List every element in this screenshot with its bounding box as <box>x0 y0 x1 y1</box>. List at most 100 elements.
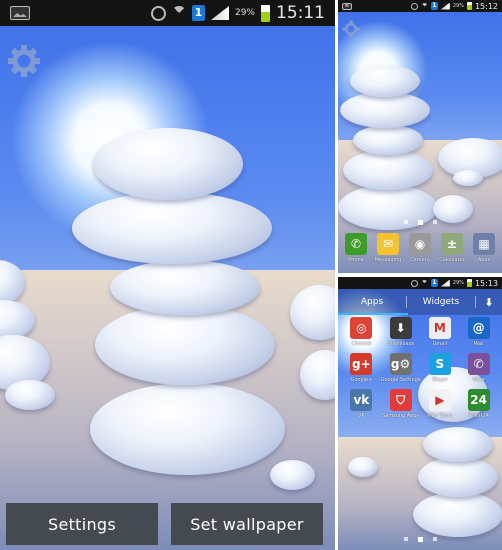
page-dot[interactable] <box>432 537 437 541</box>
app-drawer-screen: 1 29% 15:13 Apps Widgets ⬇ ◎ Chrome ⬇ Downl… <box>338 277 502 550</box>
app-label: Samsung Apps <box>382 413 420 419</box>
tab-apps[interactable]: Apps <box>338 297 406 307</box>
app-label: Messaging <box>374 257 402 263</box>
clock: 15:11 <box>276 3 325 23</box>
app-camera[interactable]: ◉ Camera <box>405 233 435 269</box>
clock: 15:13 <box>474 278 498 288</box>
stone <box>413 492 502 537</box>
battery-icon <box>261 4 270 22</box>
app-viber[interactable]: ✆ Viber <box>459 353 498 383</box>
apps-grid-icon: ▦ <box>473 233 495 255</box>
app-calculator[interactable]: ± Calculator <box>437 233 467 269</box>
app-privat24[interactable]: 24 Privat24 <box>459 389 498 419</box>
app-label: Calculator <box>439 257 465 263</box>
download-icon[interactable]: ⬇ <box>476 296 502 309</box>
alarm-icon <box>150 5 166 21</box>
page-dot[interactable] <box>432 220 437 224</box>
phone-icon: ✆ <box>345 233 367 255</box>
dock: ✆ Phone ✉ Messaging ◉ Camera ± Calculator ▦ Apps <box>338 233 502 269</box>
app-vk[interactable]: vk VK <box>342 389 381 419</box>
page-dot-current[interactable] <box>417 220 423 225</box>
stone <box>95 305 275 385</box>
wifi-icon <box>420 279 428 287</box>
signal-icon <box>440 279 450 287</box>
stone <box>110 260 260 315</box>
stone <box>340 92 430 128</box>
app-google-[interactable]: g+ Google+ <box>342 353 381 383</box>
app-phone[interactable]: ✆ Phone <box>341 233 371 269</box>
wallpaper-preview-screen: 1 29% 15:11 Settings Set wallpaper <box>0 0 335 550</box>
home-screen: 1 29% 15:12 ✆ Phone ✉ Messaging ◉ Camera ± Calc… <box>338 0 502 273</box>
battery-percent: 29% <box>452 280 464 286</box>
calculator-icon: ± <box>441 233 463 255</box>
stone <box>270 460 315 490</box>
stone <box>453 170 483 186</box>
app-label: Mail <box>473 341 484 347</box>
stone <box>433 195 473 223</box>
app-apps[interactable]: ▦ Apps <box>469 233 499 269</box>
app-google-settings[interactable]: g⚙ Google Settings <box>380 353 421 383</box>
drawer-tabs: Apps Widgets ⬇ <box>338 289 502 315</box>
message-icon: ✉ <box>377 233 399 255</box>
gear-icon[interactable] <box>7 44 41 82</box>
settings-button[interactable]: Settings <box>6 503 158 545</box>
app-grid: ◎ Chrome ⬇ Downloads M Gmail @ Mail g+ Google+ g⚙ G… <box>342 317 498 419</box>
clock: 15:12 <box>474 1 498 11</box>
app-mail[interactable]: @ Mail <box>459 317 498 347</box>
stone <box>418 457 498 497</box>
stone <box>343 150 433 190</box>
app-messaging[interactable]: ✉ Messaging <box>373 233 403 269</box>
gallery-notification-icon <box>10 6 30 20</box>
stone <box>353 125 423 155</box>
page-indicator <box>338 220 502 225</box>
battery-icon <box>466 2 472 10</box>
app-label: Play Store <box>427 413 453 419</box>
status-bar: 1 29% 15:12 <box>338 0 502 12</box>
alarm-icon <box>410 279 418 287</box>
status-bar: 1 29% 15:11 <box>0 0 335 26</box>
gmail-icon: M <box>428 317 451 339</box>
downloads-icon: ⬇ <box>389 317 412 339</box>
app-label: VK <box>358 413 365 419</box>
play-store-icon: ▶ <box>428 389 451 411</box>
app-label: Apps <box>477 257 491 263</box>
app-skype[interactable]: S Skype <box>420 353 459 383</box>
app-label: Chrome <box>351 341 372 347</box>
active-tab-indicator <box>338 313 408 315</box>
page-dot[interactable] <box>403 220 408 224</box>
stone <box>348 457 378 477</box>
stone <box>350 65 420 97</box>
app-label: Skype <box>432 377 448 383</box>
alarm-icon <box>410 2 418 10</box>
stone <box>93 128 243 200</box>
wifi-icon <box>171 6 186 20</box>
battery-percent: 29% <box>452 3 464 9</box>
samsung-apps-icon: ⛉ <box>389 389 412 411</box>
set-wallpaper-button[interactable]: Set wallpaper <box>171 503 323 545</box>
page-dot-current[interactable] <box>417 537 423 542</box>
app-label: Phone <box>348 257 364 263</box>
camera-icon: ◉ <box>409 233 431 255</box>
stone <box>72 192 272 264</box>
stone <box>90 383 285 475</box>
battery-percent: 29% <box>234 8 255 18</box>
vk-icon: vk <box>350 389 373 411</box>
page-dot[interactable] <box>403 537 408 541</box>
app-label: Google Settings <box>380 377 421 383</box>
google-settings-icon: g⚙ <box>389 353 412 375</box>
app-label: Camera <box>410 257 430 263</box>
app-chrome[interactable]: ◎ Chrome <box>342 317 381 347</box>
app-downloads[interactable]: ⬇ Downloads <box>381 317 421 347</box>
mail-icon: @ <box>467 317 490 339</box>
tab-widgets[interactable]: Widgets <box>407 297 475 307</box>
gear-icon[interactable] <box>342 20 360 42</box>
app-label: Downloads <box>386 341 415 347</box>
gallery-notification-icon <box>342 2 352 10</box>
stone <box>423 427 493 462</box>
app-gmail[interactable]: M Gmail <box>420 317 459 347</box>
signal-icon <box>440 2 450 10</box>
signal-icon <box>210 6 229 20</box>
app-play-store[interactable]: ▶ Play Store <box>420 389 459 419</box>
app-label: Viber <box>472 377 486 383</box>
app-samsung-apps[interactable]: ⛉ Samsung Apps <box>381 389 421 419</box>
